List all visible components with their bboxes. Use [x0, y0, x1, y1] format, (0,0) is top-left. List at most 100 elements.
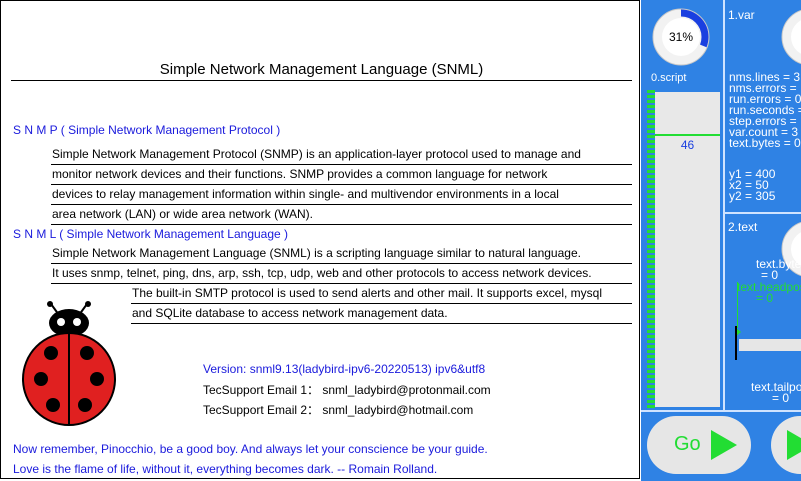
ruler-tick — [647, 190, 655, 193]
ruler-tick — [647, 160, 655, 163]
ruler-tick — [647, 90, 655, 93]
gauge-percent-label: 31% — [669, 30, 693, 44]
var-section-label: 1.var — [728, 8, 755, 22]
ruler-tick — [647, 330, 655, 333]
ruler-tick — [647, 230, 655, 233]
go-button[interactable]: Go — [647, 416, 751, 474]
panel-divider — [641, 410, 801, 412]
ruler-tick — [647, 110, 655, 113]
snmp-line: monitor network devices and their functi… — [51, 165, 632, 185]
ruler-tick — [647, 325, 655, 328]
ruler-tick — [647, 175, 655, 178]
ruler-tick — [647, 250, 655, 253]
ruler-tick — [647, 395, 655, 398]
smtp-line: The built-in SMTP protocol is used to se… — [131, 284, 632, 304]
ruler-tick — [647, 315, 655, 318]
ruler-tick — [647, 380, 655, 383]
ruler-tick — [647, 340, 655, 343]
ruler-tick — [647, 245, 655, 248]
ruler-tick — [647, 155, 655, 158]
ruler-tick — [647, 140, 655, 143]
ruler-tick — [647, 290, 655, 293]
control-panel: 31% 0.script 46 1.var 0 nms.lines = 3 nm… — [641, 0, 801, 481]
ruler-tick — [647, 375, 655, 378]
ruler-tick — [647, 225, 655, 228]
tailpos-marker-line — [735, 326, 737, 360]
ruler-tick — [647, 300, 655, 303]
ruler-tick — [647, 180, 655, 183]
script-line-ruler — [647, 90, 655, 408]
title-underline — [11, 80, 632, 81]
ruler-tick — [647, 195, 655, 198]
ruler-tick — [647, 335, 655, 338]
ruler-tick — [647, 170, 655, 173]
ruler-tick — [647, 125, 655, 128]
text-headpos-value: = 0 — [756, 291, 774, 305]
go-button-label: Go — [674, 433, 701, 455]
script-list[interactable]: 46 — [655, 92, 720, 407]
ruler-tick — [647, 405, 655, 408]
ruler-tick — [647, 105, 655, 108]
quote-line-2: Love is the flame of life, without it, e… — [13, 462, 438, 476]
play-icon — [787, 430, 801, 460]
ruler-tick — [647, 115, 655, 118]
support-email-1: TecSupport Email 1： snml_ladybird@proton… — [203, 383, 491, 397]
xy-list: y1 = 400 x2 = 50 y2 = 305 — [729, 168, 775, 202]
ruler-tick — [647, 365, 655, 368]
snml-line: It uses snmp, telnet, ping, dns, arp, ss… — [51, 264, 632, 284]
ruler-tick — [647, 360, 655, 363]
ruler-tick — [647, 285, 655, 288]
ruler-tick — [647, 255, 655, 258]
ruler-tick — [647, 185, 655, 188]
ruler-tick — [647, 145, 655, 148]
ruler-tick — [647, 400, 655, 403]
ruler-tick — [647, 350, 655, 353]
ruler-tick — [647, 265, 655, 268]
panel-divider — [723, 0, 725, 412]
headpos-marker-line — [737, 282, 738, 328]
ruler-tick — [647, 135, 655, 138]
smtp-line: and SQLite database to access network ma… — [131, 304, 632, 324]
ruler-tick — [647, 215, 655, 218]
ruler-tick — [647, 95, 655, 98]
ruler-tick — [647, 220, 655, 223]
quote-line-1: Now remember, Pinocchio, be a good boy. … — [13, 442, 488, 456]
version-text: Version: snml9.13(ladybird-ipv6-20220513… — [203, 362, 486, 376]
ruler-tick — [647, 280, 655, 283]
ruler-tick — [647, 100, 655, 103]
script-progress-gauge: 31% — [652, 8, 710, 66]
ruler-tick — [647, 275, 655, 278]
snml-heading: S N M L ( Simple Network Management Lang… — [13, 227, 289, 241]
snml-line: Simple Network Management Language (SNML… — [51, 244, 632, 264]
ruler-tick — [647, 130, 655, 133]
ruler-tick — [647, 210, 655, 213]
ruler-tick — [647, 240, 655, 243]
support-email-2: TecSupport Email 2： snml_ladybird@hotmai… — [203, 403, 474, 417]
ruler-tick — [647, 385, 655, 388]
ruler-tick — [647, 200, 655, 203]
var-gauge: 0 — [781, 9, 801, 65]
ruler-tick — [647, 320, 655, 323]
script-label: 0.script — [651, 72, 687, 84]
ruler-tick — [647, 235, 655, 238]
snmp-line: Simple Network Management Protocol (SNMP… — [51, 145, 632, 165]
ruler-tick — [647, 120, 655, 123]
play-icon — [711, 430, 737, 460]
text-position-slider[interactable] — [739, 339, 801, 351]
var-list: nms.lines = 3 nms.errors = run.errors = … — [729, 71, 801, 150]
ruler-tick — [647, 295, 655, 298]
ruler-tick — [647, 165, 655, 168]
var-line: text.bytes = 0 — [729, 136, 801, 150]
snmp-line: devices to relay management information … — [51, 185, 632, 205]
page-title: Simple Network Management Language (SNML… — [159, 61, 484, 78]
script-cursor-line — [655, 134, 720, 136]
step-button[interactable] — [771, 416, 801, 474]
text-section-label: 2.text — [728, 220, 758, 234]
document-panel: Simple Network Management Language (SNML… — [0, 0, 640, 479]
ladybird-logo — [22, 301, 116, 426]
ruler-tick — [647, 370, 655, 373]
ruler-tick — [647, 345, 655, 348]
ruler-tick — [647, 390, 655, 393]
snmp-heading: S N M P ( Simple Network Management Prot… — [13, 123, 281, 137]
ruler-tick — [647, 270, 655, 273]
